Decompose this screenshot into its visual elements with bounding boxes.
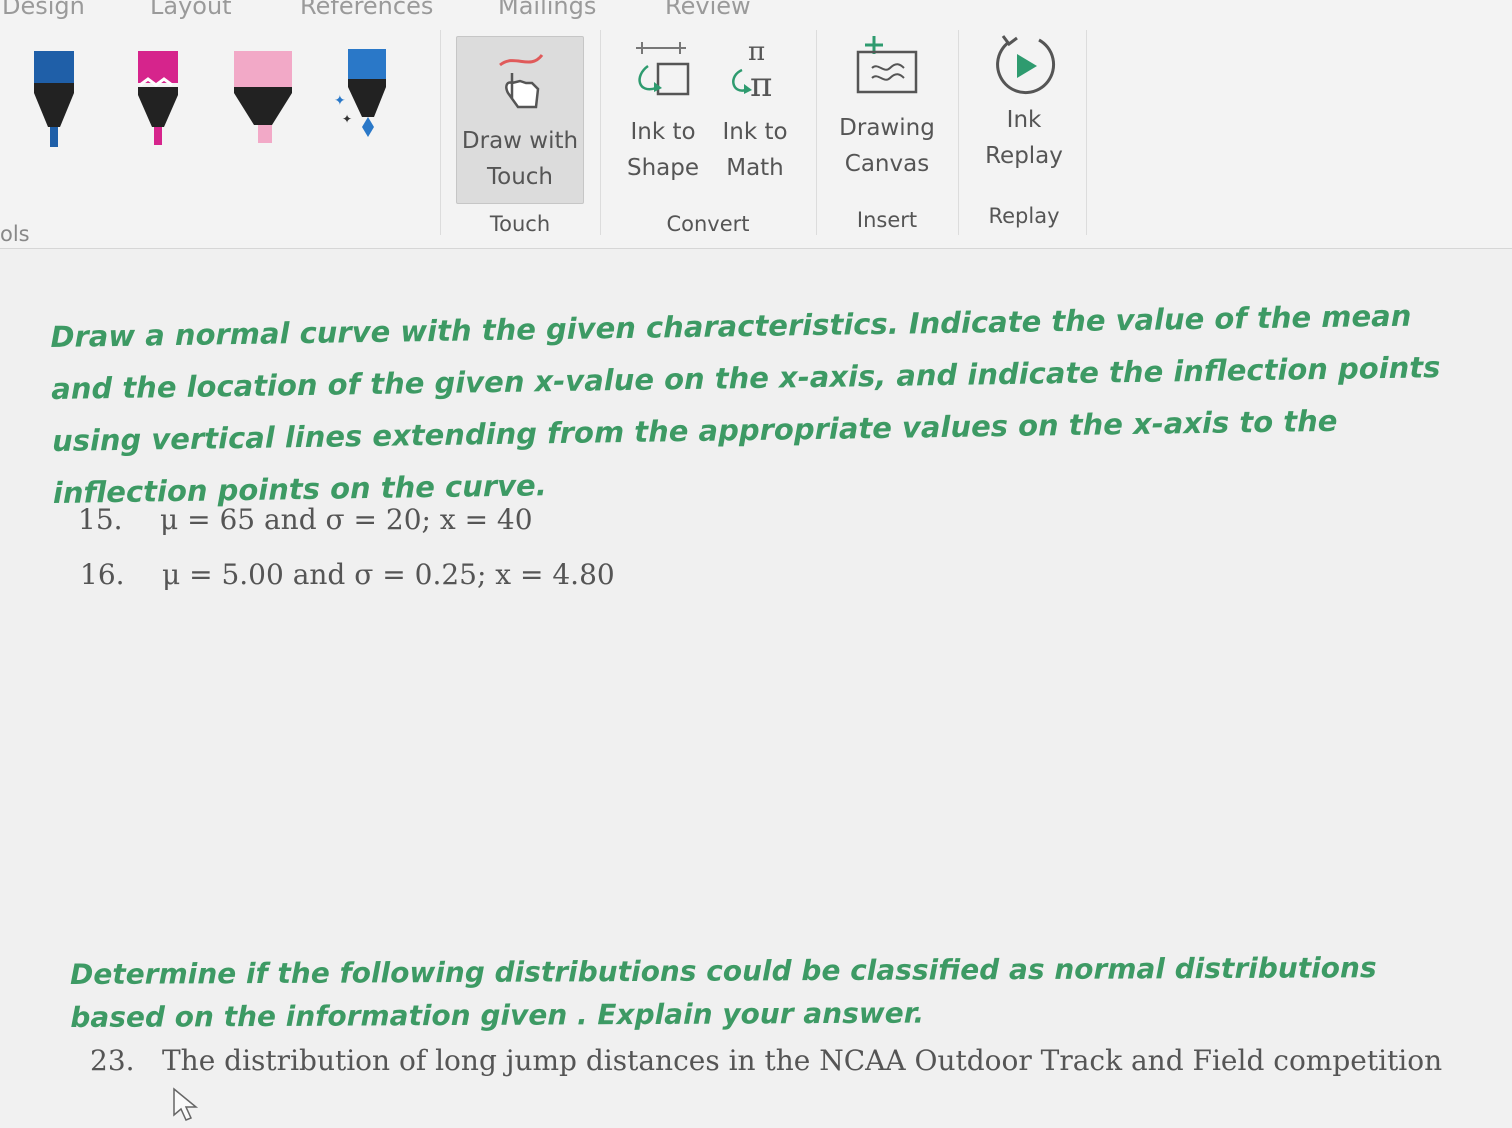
mouse-pointer-icon — [172, 1087, 202, 1128]
group-divider — [958, 30, 959, 235]
tab-layout[interactable]: Layout — [150, 0, 232, 20]
group-divider — [600, 30, 601, 235]
group-divider — [816, 30, 817, 235]
problem-text: The distribution of long jump distances … — [162, 1044, 1443, 1077]
group-divider — [1086, 30, 1087, 235]
tab-review[interactable]: Review — [665, 0, 751, 20]
group-divider — [440, 30, 441, 235]
drawing-canvas-icon — [856, 36, 918, 94]
tab-references[interactable]: References — [300, 0, 433, 20]
drawing-canvas-label-1: Drawing — [839, 115, 935, 141]
ink-to-math-button[interactable]: π π Ink to Math — [712, 36, 798, 196]
ribbon: Design Layout References Mailings Review — [0, 0, 1512, 249]
svg-text:✦: ✦ — [342, 112, 352, 126]
tools-group-label: ols — [0, 222, 30, 246]
tab-mailings[interactable]: Mailings — [498, 0, 596, 20]
problem-number: 16. — [80, 558, 125, 591]
document-page[interactable]: Draw a normal curve with the given chara… — [0, 249, 1512, 1121]
ink-to-math-label-2: Math — [726, 155, 784, 181]
ink-replay-button[interactable]: Ink Replay — [974, 32, 1074, 192]
ink-to-shape-label-2: Shape — [626, 155, 700, 181]
svg-text:π: π — [750, 65, 772, 105]
ink-to-shape-icon — [636, 42, 690, 96]
instruction-paragraph: Draw a normal curve with the given chara… — [50, 289, 1442, 519]
ink-to-math-icon: π π — [732, 37, 772, 105]
sparkle-pen-icon[interactable]: ✦ ✦ — [332, 45, 388, 155]
draw-with-touch-label-1: Draw with — [461, 128, 579, 154]
insert-group-label: Insert — [856, 208, 918, 232]
instruction-paragraph-2: Determine if the following distributions… — [70, 946, 1377, 1039]
draw-with-touch-label-2: Touch — [486, 164, 553, 190]
ink-to-math-label-1: Ink to — [722, 119, 788, 145]
replay-group-label: Replay — [988, 204, 1060, 228]
hand-draw-icon — [499, 53, 544, 109]
magenta-pen-icon[interactable] — [136, 45, 180, 155]
touch-group-label: Touch — [489, 212, 551, 236]
ink-replay-label-2: Replay — [985, 143, 1063, 169]
problem-number: 23. — [90, 1044, 135, 1077]
draw-with-touch-button[interactable]: Draw with Touch — [456, 36, 584, 204]
problem-23: 23. The distribution of long jump distanc… — [90, 1044, 1442, 1077]
problem-number: 15. — [78, 503, 123, 536]
problem-15: 15. μ = 65 and σ = 20; x = 40 — [78, 503, 533, 536]
ink-replay-label-1: Ink — [1006, 107, 1042, 133]
convert-group-label: Convert — [666, 212, 750, 236]
instruction-line: based on the information given . Explain… — [70, 996, 925, 1034]
problem-text: μ = 65 and σ = 20; x = 40 — [160, 503, 533, 536]
replay-icon — [996, 35, 1056, 95]
ink-to-shape-button[interactable]: Ink to Shape — [620, 36, 706, 196]
drawing-canvas-button[interactable]: Drawing Canvas — [832, 32, 942, 192]
problem-text: μ = 5.00 and σ = 0.25; x = 4.80 — [162, 558, 615, 591]
tab-design[interactable]: Design — [2, 0, 85, 20]
ink-to-shape-label-1: Ink to — [630, 119, 696, 145]
blue-pen-icon[interactable] — [32, 45, 76, 155]
instruction-line: Determine if the following distributions… — [70, 951, 1377, 991]
svg-text:✦: ✦ — [334, 92, 346, 108]
drawing-canvas-label-2: Canvas — [844, 151, 930, 177]
pink-highlighter-icon[interactable] — [232, 45, 294, 155]
problem-16: 16. μ = 5.00 and σ = 0.25; x = 4.80 — [80, 558, 615, 591]
svg-text:π: π — [748, 37, 765, 67]
